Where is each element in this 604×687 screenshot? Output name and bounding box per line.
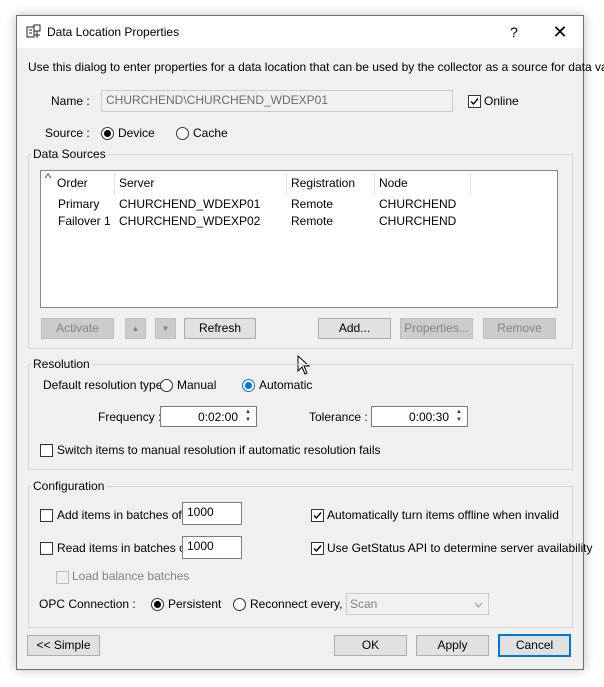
source-device-radio[interactable] xyxy=(101,127,114,140)
move-up-button[interactable]: ▲ xyxy=(125,318,146,339)
row-server: CHURCHEND_WDEXP02 xyxy=(119,214,261,228)
column-order[interactable]: Order xyxy=(53,171,115,195)
opc-persistent-radio[interactable] xyxy=(151,598,164,611)
read-batches-label: Read items in batches of xyxy=(57,541,190,555)
window-title: Data Location Properties xyxy=(47,25,180,39)
opc-connection-label: OPC Connection : xyxy=(39,597,136,611)
data-sources-list[interactable]: Order Server Registration Node Primary C… xyxy=(40,170,558,308)
move-down-button[interactable]: ▼ xyxy=(155,318,176,339)
configuration-group-label: Configuration xyxy=(31,479,107,493)
title-bar[interactable]: Data Location Properties ? ✕ xyxy=(17,16,583,48)
column-server[interactable]: Server xyxy=(115,171,287,195)
resolution-automatic-radio[interactable] xyxy=(242,379,255,392)
simple-button[interactable]: << Simple xyxy=(27,635,100,656)
load-balance-label: Load balance batches xyxy=(72,569,190,583)
row-node: CHURCHEND xyxy=(379,214,457,228)
row-server: CHURCHEND_WDEXP01 xyxy=(119,197,261,211)
tolerance-spinner[interactable]: 0:00:30 ▲ ▼ xyxy=(371,406,468,427)
properties-button[interactable]: Properties... xyxy=(400,318,473,339)
column-registration[interactable]: Registration xyxy=(287,171,375,195)
online-label: Online xyxy=(484,94,519,108)
row-registration: Remote xyxy=(291,197,334,211)
online-checkbox[interactable] xyxy=(468,95,481,108)
resolution-type-label: Default resolution type : xyxy=(43,378,170,392)
resolution-manual-radio[interactable] xyxy=(160,379,173,392)
source-device-label: Device xyxy=(118,126,155,140)
switch-manual-checkbox[interactable] xyxy=(40,444,53,457)
source-cache-label: Cache xyxy=(193,126,228,140)
app-icon xyxy=(26,24,42,40)
source-label: Source : xyxy=(45,126,90,140)
remove-button[interactable]: Remove xyxy=(483,318,556,339)
resolution-group-label: Resolution xyxy=(31,357,92,371)
cancel-button[interactable]: Cancel xyxy=(498,634,571,657)
row-order: Primary xyxy=(58,197,100,211)
reconnect-interval-select[interactable]: Scan xyxy=(346,593,489,615)
frequency-spinner[interactable]: 0:02:00 ▲ ▼ xyxy=(160,406,257,427)
load-balance-checkbox[interactable] xyxy=(56,571,69,584)
dialog-window: Data Location Properties ? ✕ Use this di… xyxy=(16,15,604,670)
check-icon xyxy=(313,512,322,520)
read-batches-checkbox[interactable] xyxy=(40,542,53,555)
apply-button[interactable]: Apply xyxy=(416,635,489,656)
close-button[interactable]: ✕ xyxy=(547,21,573,43)
resolution-manual-label: Manual xyxy=(177,378,217,392)
getstatus-checkbox[interactable] xyxy=(311,542,324,555)
auto-offline-label: Automatically turn items offline when in… xyxy=(327,508,559,522)
list-header: Order Server Registration Node xyxy=(41,171,557,195)
resolution-automatic-label: Automatic xyxy=(259,378,313,392)
ok-button[interactable]: OK xyxy=(334,635,407,656)
tolerance-label: Tolerance : xyxy=(309,410,368,424)
intro-text: Use this dialog to enter properties for … xyxy=(28,60,604,74)
check-icon xyxy=(470,98,479,106)
switch-manual-label: Switch items to manual resolution if aut… xyxy=(57,443,381,457)
refresh-button[interactable]: Refresh xyxy=(184,318,256,339)
tolerance-value: 0:00:30 xyxy=(408,410,449,424)
row-registration: Remote xyxy=(291,214,334,228)
row-node: CHURCHEND xyxy=(379,197,457,211)
frequency-value: 0:02:00 xyxy=(197,410,238,424)
list-row-primary[interactable]: Primary CHURCHEND_WDEXP01 Remote CHURCHE… xyxy=(41,196,557,213)
reconnect-interval-value: Scan xyxy=(350,597,378,611)
add-button[interactable]: Add... xyxy=(318,318,391,339)
name-label: Name : xyxy=(51,94,90,108)
opc-reconnect-label: Reconnect every, xyxy=(250,597,343,611)
check-icon xyxy=(313,545,322,553)
name-value: CHURCHEND\CHURCHEND_WDEXP01 xyxy=(106,93,329,107)
spinner-arrows-icon[interactable]: ▲ ▼ xyxy=(241,408,255,424)
help-button[interactable]: ? xyxy=(504,22,524,42)
add-batches-input[interactable]: 1000 xyxy=(182,502,242,525)
add-batches-checkbox[interactable] xyxy=(40,509,53,522)
list-row-failover[interactable]: Failover 1 CHURCHEND_WDEXP02 Remote CHUR… xyxy=(41,213,557,230)
auto-offline-checkbox[interactable] xyxy=(311,509,324,522)
source-cache-radio[interactable] xyxy=(176,127,189,140)
chevron-down-icon xyxy=(474,602,483,608)
getstatus-label: Use GetStatus API to determine server av… xyxy=(327,541,593,555)
opc-reconnect-radio[interactable] xyxy=(233,598,246,611)
frequency-label: Frequency : xyxy=(98,410,162,424)
column-node[interactable]: Node xyxy=(375,171,471,195)
add-batches-value: 1000 xyxy=(187,505,214,519)
read-batches-input[interactable]: 1000 xyxy=(182,536,242,559)
read-batches-value: 1000 xyxy=(187,539,214,553)
activate-button[interactable]: Activate xyxy=(41,318,114,339)
data-sources-group-label: Data Sources xyxy=(31,147,108,161)
opc-persistent-label: Persistent xyxy=(168,597,222,611)
add-batches-label: Add items in batches of xyxy=(57,508,182,522)
name-field[interactable]: CHURCHEND\CHURCHEND_WDEXP01 xyxy=(101,90,453,112)
spinner-arrows-icon[interactable]: ▲ ▼ xyxy=(452,408,466,424)
row-order: Failover 1 xyxy=(58,214,111,228)
